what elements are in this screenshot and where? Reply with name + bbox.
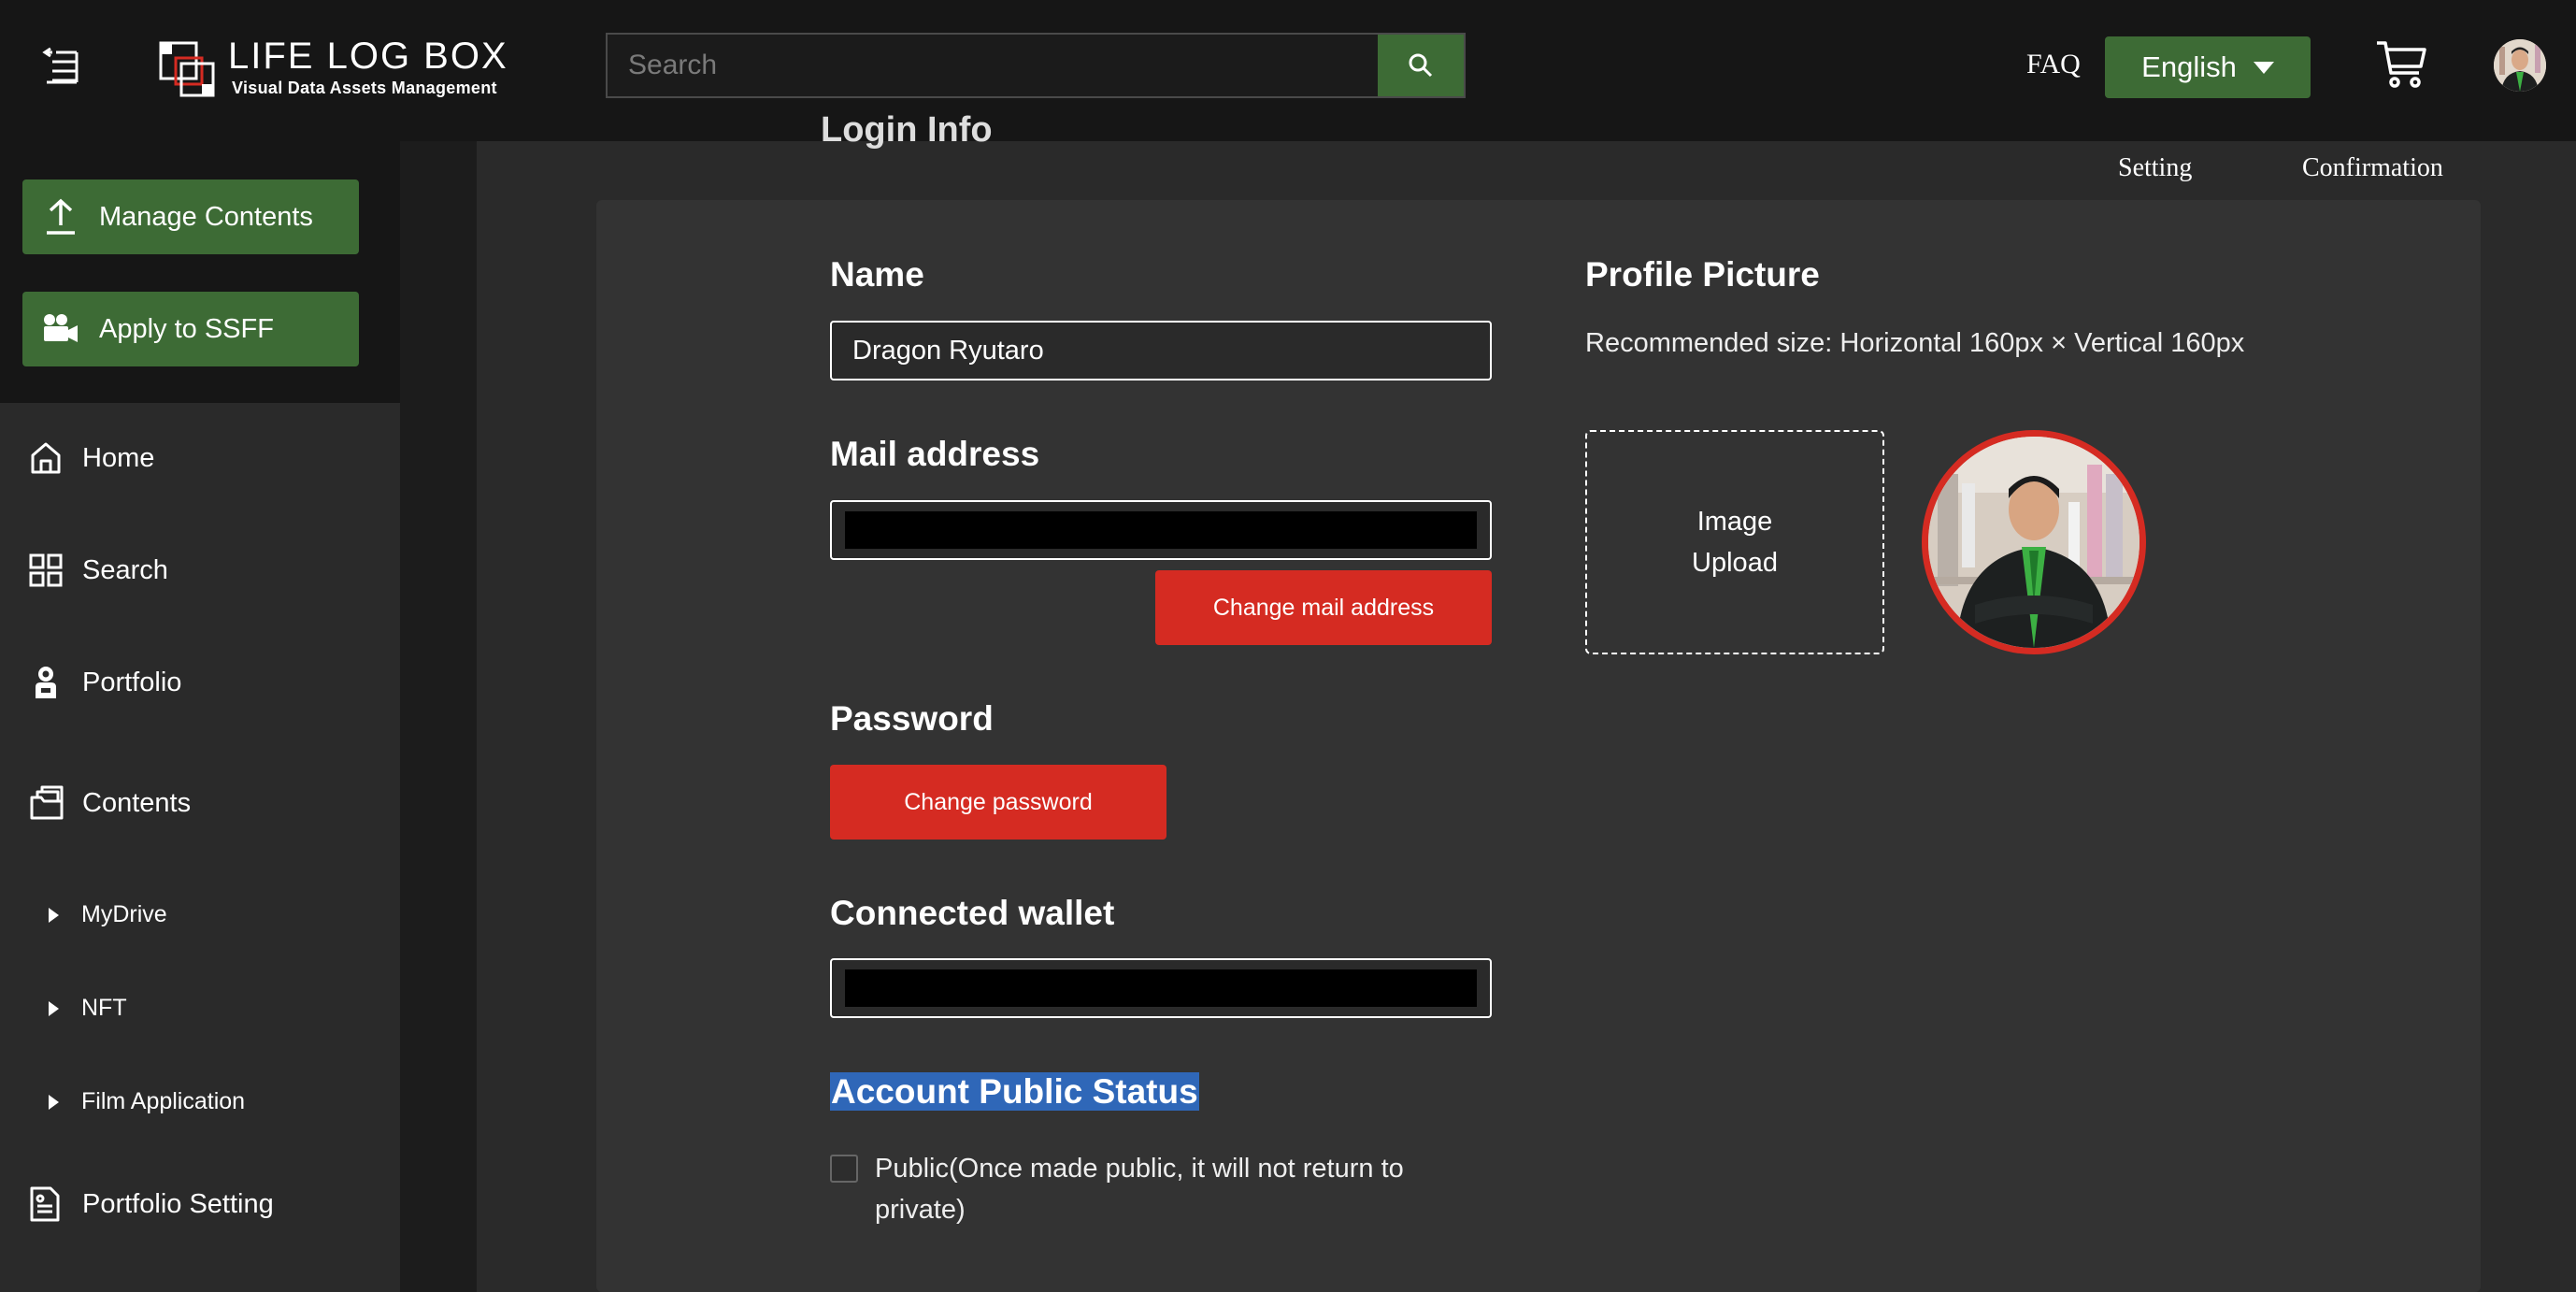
- search-button[interactable]: [1378, 35, 1464, 96]
- change-mail-address-button[interactable]: Change mail address: [1155, 570, 1492, 645]
- logo-subtitle: Visual Data Assets Management: [232, 79, 497, 97]
- menu-collapse-icon[interactable]: [37, 43, 86, 92]
- step-confirmation: Confirmation: [2302, 153, 2443, 182]
- logo[interactable]: LIFE LOG BOX Visual Data Assets Manageme…: [159, 36, 507, 103]
- sidebar-subitem-mydrive[interactable]: MyDrive: [49, 901, 167, 928]
- user-avatar[interactable]: [2494, 39, 2546, 92]
- upload-line-1: Image: [1696, 507, 1773, 537]
- portfolio-icon: [36, 667, 56, 698]
- cart-icon[interactable]: [2374, 37, 2428, 92]
- profile-picture: [1922, 430, 2146, 654]
- upload-line-2: Upload: [1692, 548, 1778, 578]
- language-dropdown[interactable]: English: [2105, 36, 2311, 98]
- sidebar-subitem-film-application[interactable]: Film Application: [49, 1088, 245, 1115]
- document-icon: [30, 1186, 60, 1222]
- connected-wallet-field[interactable]: [830, 958, 1492, 1018]
- sidebar-item-portfolio[interactable]: Portfolio: [28, 665, 181, 700]
- sidebar-subitem-nft[interactable]: NFT: [49, 995, 127, 1022]
- manage-contents-button[interactable]: Manage Contents: [22, 179, 359, 254]
- manage-contents-label: Manage Contents: [99, 201, 313, 232]
- video-camera-icon: [44, 314, 78, 342]
- sidebar-subitem-label: NFT: [81, 995, 127, 1021]
- name-field-wrapper: [830, 321, 1492, 380]
- mail-address-label: Mail address: [830, 435, 1040, 473]
- sidebar-item-portfolio-setting[interactable]: Portfolio Setting: [28, 1185, 274, 1223]
- sidebar-item-home[interactable]: Home: [28, 440, 154, 476]
- apply-to-ssff-button[interactable]: Apply to SSFF: [22, 292, 359, 366]
- name-input[interactable]: [832, 323, 1490, 379]
- public-checkbox[interactable]: [830, 1155, 858, 1183]
- mail-address-field[interactable]: [830, 500, 1492, 560]
- grid-icon: [29, 553, 63, 587]
- sidebar-nav: Home Search Portfolio Contents MyDrive N…: [0, 403, 400, 1292]
- sidebar-item-search[interactable]: Search: [28, 553, 168, 588]
- upload-icon: [47, 198, 75, 235]
- recommended-size-text: Recommended size: Horizontal 160px × Ver…: [1585, 328, 2245, 358]
- sidebar-item-contents[interactable]: Contents: [28, 784, 191, 822]
- sidebar-actions: Manage Contents Apply to SSFF: [0, 141, 400, 403]
- change-password-button[interactable]: Change password: [830, 765, 1166, 840]
- step-setting: Setting: [2118, 153, 2193, 182]
- faq-link[interactable]: FAQ: [2026, 49, 2081, 80]
- gutter: [400, 141, 477, 1292]
- logo-title: LIFE LOG BOX: [228, 36, 508, 77]
- caret-down-icon: [2253, 61, 2274, 74]
- section-title: Login Info: [821, 110, 993, 150]
- redacted-block: [845, 511, 1477, 549]
- search-bar: [606, 33, 1466, 98]
- folders-icon: [30, 785, 64, 820]
- sidebar-subitem-label: Film Application: [81, 1088, 246, 1114]
- sidebar-item-label: Search: [82, 554, 168, 585]
- sidebar-item-label: Portfolio Setting: [82, 1188, 274, 1219]
- selected-text: Account Public Status: [830, 1072, 1199, 1111]
- sidebar-item-label: Portfolio: [82, 667, 182, 697]
- sidebar-item-label: Home: [82, 442, 155, 473]
- apply-to-ssff-label: Apply to SSFF: [99, 313, 274, 344]
- caret-right-icon: [49, 1094, 59, 1110]
- language-label: English: [2141, 50, 2237, 83]
- caret-right-icon: [49, 907, 59, 923]
- top-bar: LIFE LOG BOX Visual Data Assets Manageme…: [0, 0, 2576, 141]
- profile-picture-label: Profile Picture: [1585, 255, 1820, 294]
- public-checkbox-label: Public(Once made public, it will not ret…: [875, 1154, 1404, 1225]
- name-label: Name: [830, 255, 924, 294]
- caret-right-icon: [49, 1000, 59, 1016]
- account-public-status-label: Account Public Status: [830, 1072, 1199, 1112]
- search-icon: [1409, 53, 1433, 78]
- logo-mark-icon: [159, 41, 215, 97]
- image-upload-button[interactable]: Image Upload: [1585, 430, 1884, 654]
- sidebar-subitem-label: MyDrive: [81, 901, 167, 927]
- password-label: Password: [830, 699, 994, 738]
- search-input[interactable]: [608, 35, 1380, 96]
- connected-wallet-label: Connected wallet: [830, 894, 1115, 932]
- redacted-block: [845, 969, 1477, 1007]
- home-icon: [31, 442, 61, 474]
- sidebar-item-label: Contents: [82, 787, 192, 818]
